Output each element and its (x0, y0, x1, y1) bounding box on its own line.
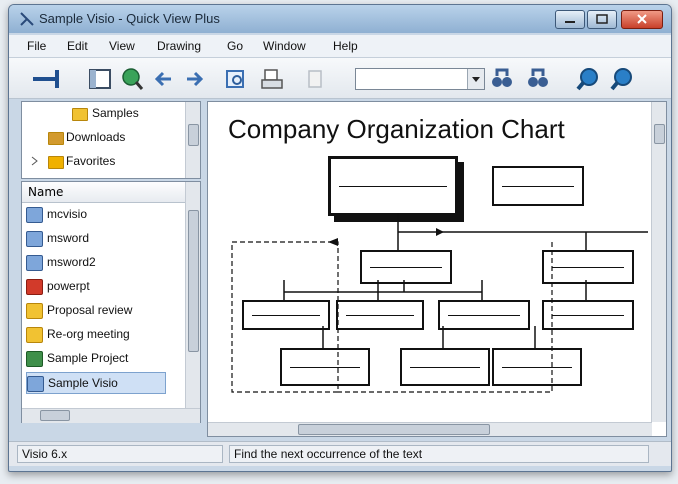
folder-icon (72, 108, 88, 121)
visio-file-icon (26, 206, 43, 223)
file-label: powerpt (47, 279, 90, 293)
tree-item-samples[interactable]: Samples (92, 106, 139, 120)
search-combo[interactable] (355, 68, 485, 90)
file-list-header: Name (22, 182, 186, 203)
tree-scrollbar[interactable] (185, 102, 200, 178)
tree-scroll-thumb[interactable] (188, 124, 199, 146)
copy-icon[interactable] (303, 66, 329, 92)
menu-file[interactable]: File (27, 39, 46, 53)
tree-item-downloads[interactable]: Downloads (66, 130, 125, 144)
folder-icon (26, 326, 43, 343)
maximize-icon (596, 14, 608, 24)
list-item[interactable]: mcvisio (26, 204, 87, 224)
folder-icon (26, 302, 43, 319)
forward-icon[interactable] (181, 66, 207, 92)
status-bar: Visio 6.x Find the next occurrence of th… (9, 441, 671, 466)
print-icon[interactable] (259, 66, 285, 92)
file-list-scrollbar[interactable] (185, 182, 200, 408)
combo-dropdown-button[interactable] (467, 69, 484, 89)
project-file-icon (26, 350, 43, 367)
file-label: Sample Project (47, 351, 129, 365)
menu-go[interactable]: Go (227, 39, 243, 53)
menu-bar: File Edit View Drawing Go Window Help (9, 35, 671, 58)
menu-drawing[interactable]: Drawing (157, 39, 201, 53)
menu-help[interactable]: Help (333, 39, 358, 53)
document-view: Company Organization Chart (207, 101, 667, 437)
zoom-out-icon[interactable] (609, 66, 635, 92)
list-item-selected[interactable]: Sample Visio (26, 372, 166, 394)
word-file-icon (26, 230, 43, 247)
maximize-button[interactable] (587, 10, 617, 29)
file-label: msword2 (47, 255, 96, 269)
document-scroll-thumb[interactable] (654, 124, 665, 144)
list-item[interactable]: msword2 (26, 252, 96, 272)
close-icon (637, 14, 647, 24)
file-list-hscroll-thumb[interactable] (40, 410, 70, 421)
chevron-down-icon (472, 77, 480, 82)
menu-view[interactable]: View (109, 39, 135, 53)
file-label: Sample Visio (48, 376, 118, 390)
status-message: Find the next occurrence of the text (229, 445, 649, 463)
word-file-icon (26, 254, 43, 271)
status-file-type: Visio 6.x (17, 445, 223, 463)
list-item[interactable]: msword (26, 228, 89, 248)
list-item[interactable]: Sample Project (26, 348, 128, 368)
document-hscrollbar[interactable] (208, 422, 652, 436)
close-button[interactable] (621, 10, 663, 29)
downloads-folder-icon (48, 132, 64, 145)
globe-search-icon[interactable] (119, 66, 145, 92)
folder-tree: Samples Downloads Favorites (21, 101, 201, 179)
print-preview-icon[interactable] (223, 66, 249, 92)
column-name-header[interactable]: Name (28, 185, 63, 199)
file-label: msword (47, 231, 90, 245)
minimize-icon (565, 21, 575, 23)
find-previous-icon[interactable] (489, 66, 515, 92)
file-label: Proposal review (47, 303, 133, 317)
toolbar (9, 58, 671, 99)
menu-edit[interactable]: Edit (67, 39, 88, 53)
favorites-folder-icon (48, 156, 64, 169)
expand-arrow-icon[interactable] (30, 156, 40, 166)
file-list-scroll-thumb[interactable] (188, 210, 199, 352)
zoom-in-icon[interactable] (575, 66, 601, 92)
app-window: Sample Visio - Quick View Plus File Edit… (8, 4, 672, 472)
tree-item-favorites[interactable]: Favorites (66, 154, 115, 168)
title-bar: Sample Visio - Quick View Plus (9, 5, 671, 33)
file-label: Re-org meeting (47, 327, 130, 341)
main-body: Samples Downloads Favorites Name mcvisio… (15, 101, 667, 437)
back-icon[interactable] (151, 66, 177, 92)
list-item[interactable]: powerpt (26, 276, 90, 296)
visio-file-icon (27, 375, 44, 392)
document-scrollbar[interactable] (651, 102, 666, 422)
file-list-hscrollbar[interactable] (22, 408, 200, 423)
menu-window[interactable]: Window (263, 39, 306, 53)
app-icon (20, 12, 34, 26)
org-chart-connectors (231, 213, 648, 393)
file-list: Name mcvisio msword msword2 powerpt Prop… (21, 181, 201, 423)
document-hscroll-thumb[interactable] (298, 424, 490, 435)
pin-icon[interactable] (31, 66, 67, 92)
window-title: Sample Visio - Quick View Plus (39, 11, 220, 26)
list-item[interactable]: Proposal review (26, 300, 132, 320)
minimize-button[interactable] (555, 10, 585, 29)
panel-icon[interactable] (87, 66, 113, 92)
powerpoint-file-icon (26, 278, 43, 295)
list-item[interactable]: Re-org meeting (26, 324, 130, 344)
file-label: mcvisio (47, 207, 88, 221)
find-next-icon[interactable] (525, 66, 551, 92)
